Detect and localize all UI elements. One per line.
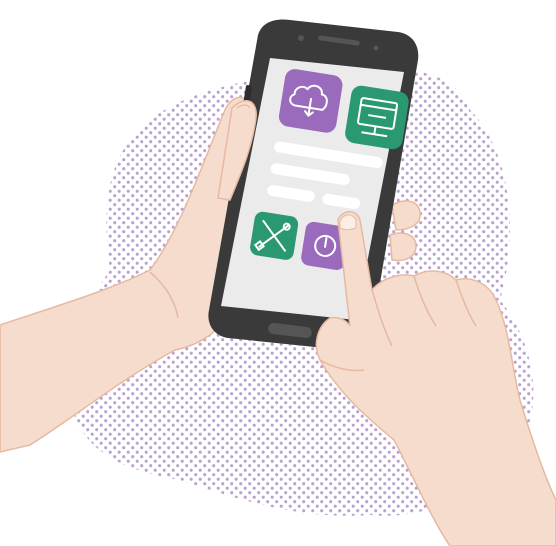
fingernail xyxy=(339,214,357,230)
illustration xyxy=(0,0,556,546)
scene xyxy=(0,19,556,546)
